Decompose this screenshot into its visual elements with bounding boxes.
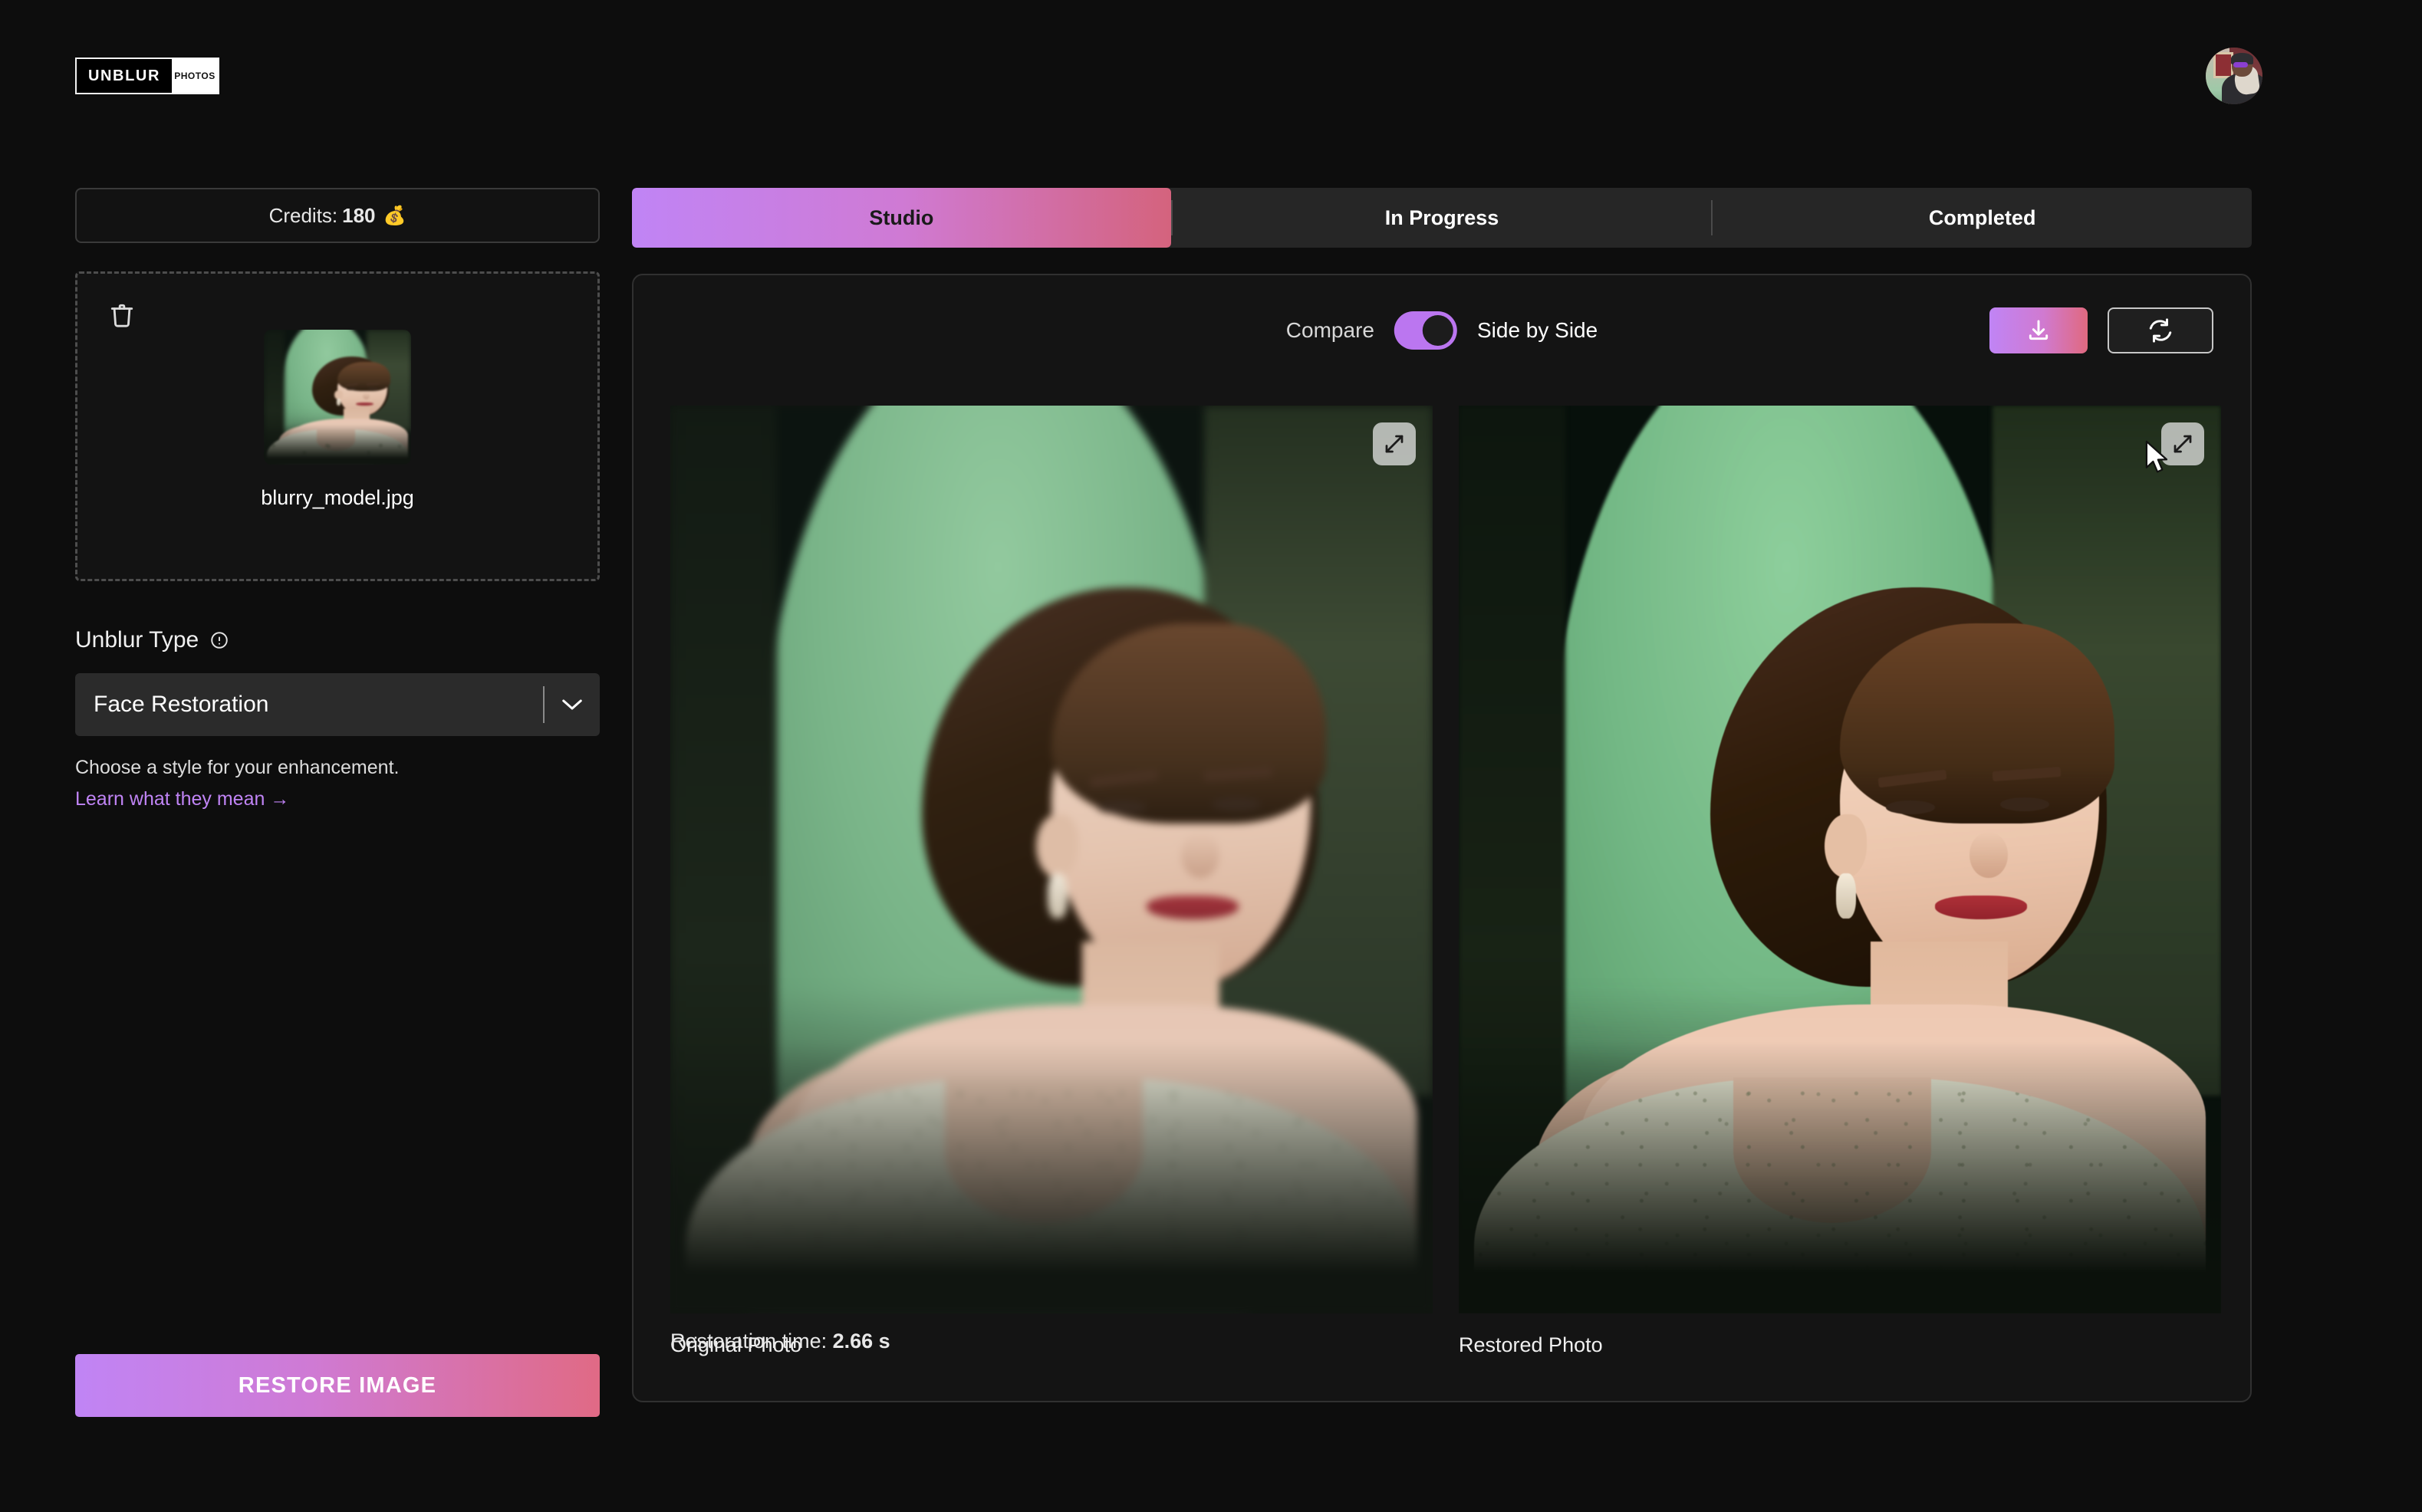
reset-button[interactable] [2108,307,2213,353]
tab-bar: Studio In Progress Completed [632,188,2252,248]
compare-mode-label: Side by Side [1476,318,1598,342]
main-content: Studio In Progress Completed Compare Sid… [632,188,2252,1402]
refresh-icon [2149,318,2172,343]
expand-icon [2174,435,2192,453]
restored-image-card: Restored Photo [1459,406,2221,1357]
download-icon [2029,320,2048,340]
app-header: UNBLUR PHOTOS [0,0,2422,157]
expand-icon [1385,435,1404,453]
info-icon[interactable] [209,630,229,650]
trash-icon [110,304,133,327]
restoration-time-value: 2.66 s [832,1330,890,1353]
unblur-type-hint: Choose a style for your enhancement. [75,757,400,778]
restoration-time: Restoration time: 2.66 s [670,1330,890,1353]
avatar[interactable] [2206,48,2262,104]
credits-value: 180 [342,203,376,227]
expand-original-button[interactable] [1373,422,1416,465]
delete-file-button[interactable] [105,298,139,332]
file-name: blurry_model.jpg [261,485,414,509]
upload-dropzone[interactable]: blurry_model.jpg [75,271,600,581]
original-image-card: Original Photo [670,406,1433,1357]
compare-toggle[interactable] [1394,311,1457,350]
restore-image-button[interactable]: RESTORE IMAGE [75,1354,600,1417]
app-logo[interactable]: UNBLUR PHOTOS [75,58,219,94]
unblur-type-label: Unblur Type [75,627,199,652]
restored-photo-caption: Restored Photo [1459,1333,1603,1356]
tab-studio[interactable]: Studio [632,188,1171,248]
download-button[interactable] [1989,307,2088,353]
file-thumbnail [264,329,411,465]
credits-label: Credits: [268,203,338,227]
logo-primary-text: UNBLUR [77,59,172,93]
restoration-time-label: Restoration time: [670,1330,828,1353]
compare-toolbar: Compare Side by Side [633,307,2250,353]
comparison-images: Original Photo Restored Photo [670,406,2221,1357]
sidebar: Credits: 180 💰 blurry_model.jpg Unblur T… [75,188,600,810]
panel-actions [1989,307,2213,353]
logo-secondary-text: PHOTOS [172,59,218,93]
unblur-type-select[interactable]: Face Restoration [75,673,600,736]
chevron-down-icon[interactable] [545,698,600,712]
credits-badge: Credits: 180 💰 [75,188,600,243]
avatar-image [2206,48,2262,104]
learn-more-link[interactable]: Learn what they mean → [75,788,600,810]
original-photo [670,406,1433,1313]
restored-photo [1459,406,2221,1313]
unblur-type-header: Unblur Type [75,627,600,653]
toggle-knob [1422,315,1453,346]
studio-panel: Compare Side by Side Original Photo Rest… [632,274,2252,1402]
tab-completed[interactable]: Completed [1713,188,2252,248]
money-bag-icon: 💰 [383,205,406,226]
tab-in-progress[interactable]: In Progress [1173,188,1712,248]
compare-label: Compare [1285,318,1374,342]
expand-restored-button[interactable] [2161,422,2204,465]
unblur-type-value: Face Restoration [94,692,269,717]
